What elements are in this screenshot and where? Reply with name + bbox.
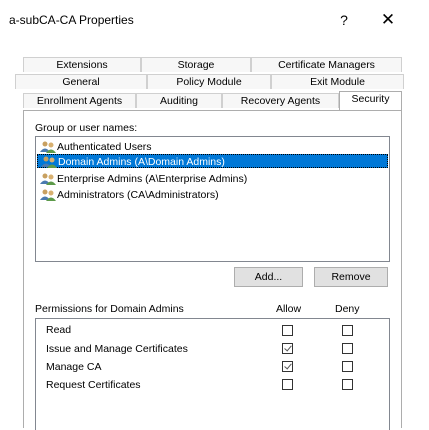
allow-checkbox-read[interactable]	[282, 325, 293, 336]
tab-row-1: Extensions Storage Certificate Managers	[23, 57, 402, 73]
remove-button[interactable]: Remove	[314, 267, 388, 287]
user-name: Administrators (CA\Administrators)	[57, 189, 219, 201]
allow-column-header: Allow	[276, 303, 302, 315]
tab-storage[interactable]: Storage	[141, 57, 251, 72]
permission-name: Issue and Manage Certificates	[46, 343, 188, 355]
deny-checkbox-read[interactable]	[342, 325, 353, 336]
group-label: Group or user names:	[35, 122, 138, 134]
list-item-selected[interactable]: Domain Admins (A\Domain Admins)	[37, 154, 388, 168]
title-bar: a-subCA-CA Properties ? ✕	[0, 0, 429, 40]
add-button[interactable]: Add...	[234, 267, 303, 287]
deny-checkbox-request[interactable]	[342, 379, 353, 390]
tab-policy-module[interactable]: Policy Module	[147, 74, 271, 89]
users-icon	[40, 189, 56, 201]
permission-name: Read	[46, 324, 72, 336]
users-icon	[40, 173, 56, 185]
user-name: Domain Admins (A\Domain Admins)	[58, 156, 225, 168]
users-icon	[41, 156, 57, 168]
close-button[interactable]: ✕	[375, 8, 401, 32]
list-item[interactable]: Authenticated Users	[37, 140, 155, 154]
tab-auditing[interactable]: Auditing	[136, 93, 222, 108]
permissions-list: Read Issue and Manage Certificates Manag…	[35, 318, 390, 430]
deny-checkbox-issue-manage[interactable]	[342, 343, 353, 354]
tab-general[interactable]: General	[15, 74, 147, 89]
user-name: Enterprise Admins (A\Enterprise Admins)	[57, 173, 248, 185]
tab-certificate-managers[interactable]: Certificate Managers	[251, 57, 402, 72]
help-button[interactable]: ?	[331, 9, 357, 31]
tab-row-2: General Policy Module Exit Module	[15, 74, 404, 90]
allow-checkbox-manage-ca[interactable]	[282, 361, 293, 372]
tab-extensions[interactable]: Extensions	[23, 57, 141, 72]
permission-name: Request Certificates	[46, 379, 141, 391]
permission-name: Manage CA	[46, 361, 102, 373]
list-item[interactable]: Administrators (CA\Administrators)	[37, 188, 222, 202]
tab-enrollment-agents[interactable]: Enrollment Agents	[23, 93, 136, 108]
users-icon	[40, 141, 56, 153]
deny-checkbox-manage-ca[interactable]	[342, 361, 353, 372]
tab-exit-module[interactable]: Exit Module	[271, 74, 404, 89]
user-name: Authenticated Users	[57, 141, 152, 153]
list-item[interactable]: Enterprise Admins (A\Enterprise Admins)	[37, 172, 250, 186]
tab-security[interactable]: Security	[339, 91, 402, 110]
deny-column-header: Deny	[335, 303, 360, 315]
user-list[interactable]: Authenticated Users Domain Admins (A\Dom…	[35, 136, 390, 262]
window-title: a-subCA-CA Properties	[9, 13, 134, 27]
allow-checkbox-issue-manage[interactable]	[282, 343, 293, 354]
allow-checkbox-request[interactable]	[282, 379, 293, 390]
tab-recovery-agents[interactable]: Recovery Agents	[222, 93, 339, 108]
permissions-label: Permissions for Domain Admins	[35, 303, 184, 315]
tab-row-3: Enrollment Agents Auditing Recovery Agen…	[23, 91, 402, 110]
